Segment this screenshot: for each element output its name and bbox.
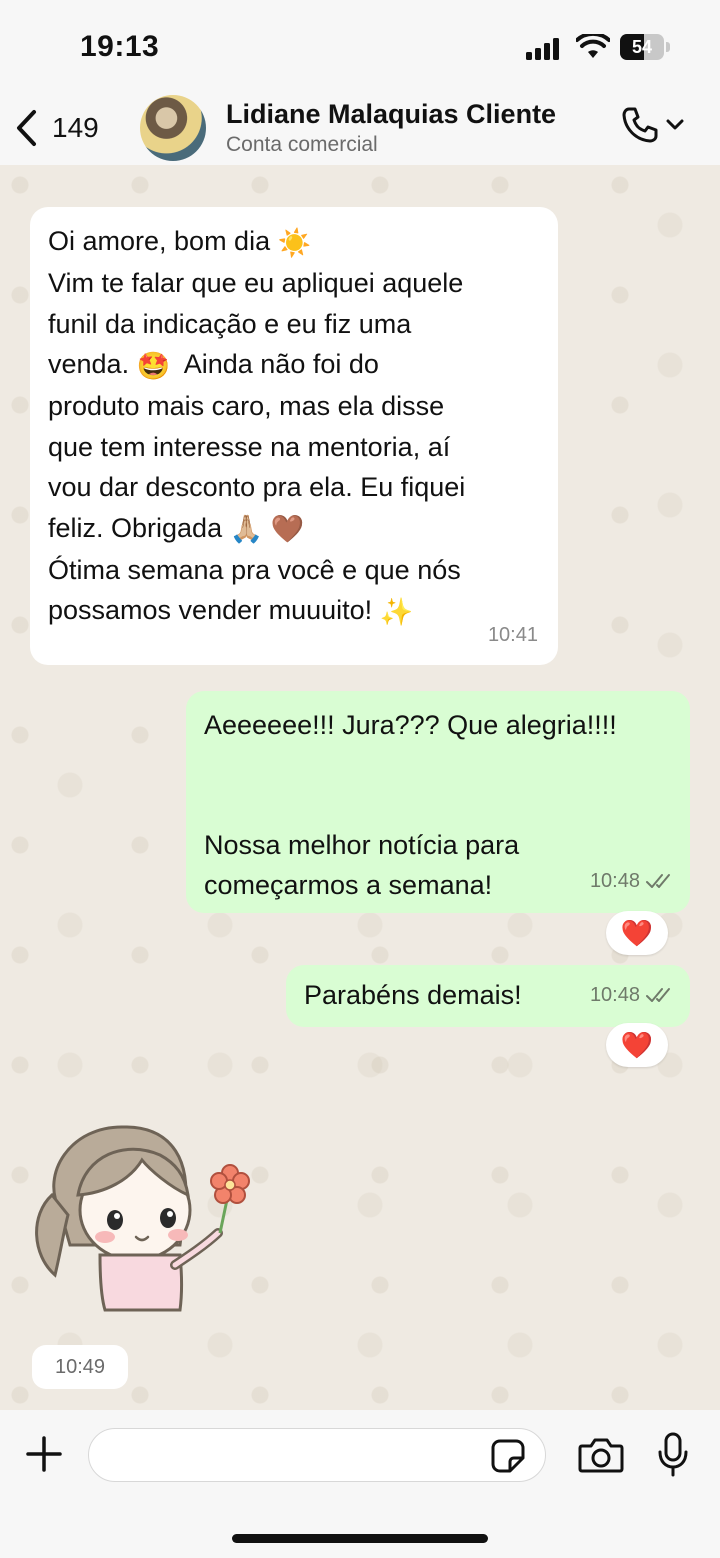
- incoming-message-text: Oi amore, bom dia ☀️ Vim te falar que eu…: [48, 221, 548, 633]
- sun-emoji: ☀️: [277, 227, 312, 258]
- chevron-down-icon: [666, 119, 684, 130]
- message-line: Vim te falar que eu apliquei aquele: [48, 268, 464, 299]
- message-line: venda.: [48, 349, 130, 380]
- brown-heart-emoji: 🤎: [270, 514, 305, 545]
- sparkles-emoji: ✨: [379, 597, 414, 627]
- message-time: 10:48: [589, 869, 640, 892]
- message-time: 10:41: [487, 623, 538, 646]
- message-line: vou dar desconto pra ela. Eu fiquei: [48, 472, 466, 503]
- sticker-time: 10:49: [32, 1345, 128, 1389]
- chevron-left-icon: [17, 110, 36, 146]
- message-reaction[interactable]: ❤️: [606, 1023, 668, 1067]
- outgoing-message-bubble[interactable]: Aeeeeee!!! Jura??? Que alegria!!!! Nossa…: [186, 691, 690, 913]
- battery-icon: 54: [620, 34, 670, 60]
- chat-area[interactable]: Oi amore, bom dia ☀️ Vim te falar que eu…: [0, 165, 720, 1410]
- message-line: Ainda não foi do: [183, 349, 379, 380]
- home-indicator: [232, 1534, 488, 1543]
- cellular-signal-icon: [526, 38, 559, 60]
- outgoing-message-bubble[interactable]: Parabéns demais! 10:48: [286, 965, 690, 1027]
- outgoing-message-line: Nossa melhor notícia para: [204, 830, 520, 860]
- message-line: possamos vender muuuito!: [48, 595, 373, 626]
- message-line: Ótima semana pra você e que nós: [48, 554, 461, 585]
- avatar[interactable]: [140, 95, 206, 161]
- plus-icon[interactable]: [24, 1434, 64, 1474]
- contact-name[interactable]: Lidiane Malaquias Cliente: [226, 99, 556, 130]
- sticker-icon[interactable]: [490, 1438, 526, 1474]
- heart-reaction: ❤️: [620, 917, 654, 948]
- message-reaction[interactable]: ❤️: [606, 911, 668, 955]
- incoming-message-bubble[interactable]: Oi amore, bom dia ☀️ Vim te falar que eu…: [30, 207, 558, 665]
- message-time: 10:48: [589, 983, 640, 1006]
- message-line: que tem interesse na mentoria, aí: [48, 431, 451, 462]
- message-input-bar: [0, 1410, 720, 1558]
- phone-icon: [622, 107, 658, 143]
- call-button[interactable]: [620, 105, 684, 145]
- message-input[interactable]: [88, 1428, 546, 1482]
- message-line: feliz. Obrigada: [48, 512, 223, 543]
- double-check-icon: [646, 987, 670, 1002]
- message-line: Oi amore, bom dia: [48, 226, 271, 256]
- outgoing-message-line: Aeeeeee!!! Jura??? Que alegria!!!!: [204, 710, 617, 740]
- message-status: 10:48: [590, 861, 674, 902]
- wifi-icon: [576, 34, 610, 58]
- double-check-icon: [646, 873, 670, 888]
- back-button[interactable]: 149: [14, 109, 99, 147]
- camera-icon[interactable]: [578, 1436, 624, 1474]
- heart-reaction: ❤️: [620, 1029, 654, 1060]
- message-line: funil da indicação e eu fiz uma: [48, 308, 412, 339]
- message-status: 10:48: [590, 975, 674, 1016]
- contact-subtitle: Conta comercial: [226, 133, 378, 156]
- outgoing-message-text: Parabéns demais!: [304, 980, 522, 1010]
- star-struck-emoji: 🤩: [136, 350, 171, 381]
- status-clock: 19:13: [80, 30, 160, 63]
- microphone-icon[interactable]: [656, 1432, 690, 1478]
- battery-level: 54: [631, 37, 653, 57]
- girl-with-flower-sticker[interactable]: [30, 1115, 260, 1325]
- message-line: produto mais caro, mas ela disse: [48, 391, 445, 422]
- folded-hands-emoji: 🙏🏼: [229, 514, 264, 545]
- status-bar: 19:13 54: [0, 0, 720, 95]
- unread-count: 149: [52, 112, 99, 143]
- chat-header: 149 Lidiane Malaquias Cliente Conta come…: [0, 95, 720, 165]
- outgoing-message-line: começarmos a semana!: [204, 870, 493, 900]
